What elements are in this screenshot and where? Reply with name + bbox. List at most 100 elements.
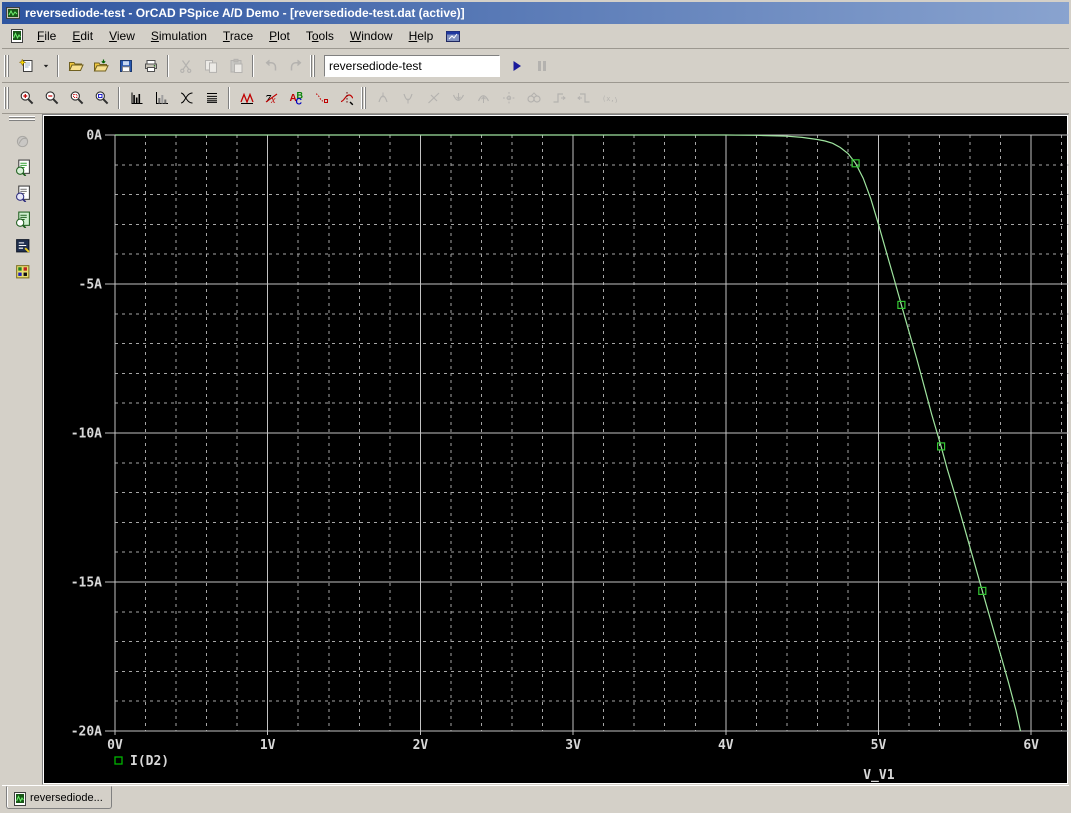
zoom-area-glyph: [70, 91, 83, 105]
console-window-glyph: [15, 239, 30, 253]
doc-wave-magnifier-glyph: [15, 159, 30, 176]
zoom-out-button[interactable]: [39, 86, 64, 110]
open-button[interactable]: [63, 54, 88, 78]
toolbar-grip[interactable]: [4, 54, 11, 77]
cursor-g6-glyph: [502, 92, 515, 104]
waveform-plot[interactable]: 0A -5A -10A -15A -20A 0V 1V 2V 3V 4V 5V 6V I(D2) V_V1: [44, 116, 1071, 787]
cursor-point-button: [496, 86, 521, 110]
undo-button: [258, 54, 283, 78]
mark-data-points-button[interactable]: [309, 86, 334, 110]
eval-goal-function-button[interactable]: 7x: [259, 86, 284, 110]
y-tick-label: -15A: [71, 576, 102, 591]
cut-button: [173, 54, 198, 78]
view-simulation-output-file-button[interactable]: [9, 155, 35, 180]
zoom-in-glyph: [20, 91, 33, 105]
new-dropdown-button[interactable]: [39, 54, 53, 78]
log-x-glyph: [180, 92, 193, 104]
cursor-search-button: [521, 86, 546, 110]
menu-tools[interactable]: Tools: [298, 26, 342, 46]
menu-window[interactable]: Window: [342, 26, 401, 46]
toolbar-grip[interactable]: [9, 116, 35, 123]
app-icon: [5, 5, 21, 21]
abc-label-glyph: A BC: [289, 91, 303, 107]
toggle-cursor-button[interactable]: [334, 86, 359, 110]
application-window: reversediode-test - OrCAD PSpice A/D Dem…: [0, 0, 1071, 813]
text-label-button[interactable]: ABC: [284, 86, 309, 110]
cursor-next-transition-button: [546, 86, 571, 110]
print-button[interactable]: [138, 54, 163, 78]
cursor-trough-button: [396, 86, 421, 110]
simulation-output-window-button[interactable]: [9, 233, 35, 258]
mark-label-button: (x,y): [596, 86, 621, 110]
view-simulation-results-button[interactable]: [9, 207, 35, 232]
queue-grid-glyph: [15, 265, 29, 279]
add-trace-button[interactable]: [234, 86, 259, 110]
zoom-area-button[interactable]: [64, 86, 89, 110]
folder-open-glyph: [68, 61, 84, 71]
performance-analysis-button[interactable]: [149, 86, 174, 110]
add-trace-glyph: [239, 92, 254, 104]
simulation-queue-button[interactable]: [9, 259, 35, 284]
toolbar-separator: [167, 54, 169, 77]
zoom-out-glyph: [45, 91, 58, 105]
save-button[interactable]: [113, 54, 138, 78]
window-title: reversediode-test - OrCAD PSpice A/D Dem…: [25, 6, 465, 20]
y-tick-label: -20A: [71, 725, 102, 740]
log-x-axis-button[interactable]: [174, 86, 199, 110]
pspice-document-icon[interactable]: [9, 28, 25, 44]
paste-button: [223, 54, 248, 78]
fft-button[interactable]: [124, 86, 149, 110]
scissors-glyph: [179, 59, 191, 73]
eval-goal-glyph: 7x: [265, 93, 277, 106]
x-tick-label: 0V: [107, 738, 123, 753]
menu-help[interactable]: Help: [401, 26, 442, 46]
zoom-in-button[interactable]: [14, 86, 39, 110]
menu-plot[interactable]: Plot: [261, 26, 298, 46]
mark-points-glyph: [315, 93, 328, 103]
undo-arrow-glyph: [265, 59, 276, 70]
toolbar-grip[interactable]: [361, 87, 368, 109]
pspice-document-icon: [12, 791, 26, 806]
new-simulation-button[interactable]: [14, 54, 39, 78]
legend-symbol: [114, 756, 123, 765]
log-y-glyph: [206, 93, 217, 103]
cursor-min-button: [446, 86, 471, 110]
menu-view[interactable]: View: [101, 26, 143, 46]
workspace: 0A -5A -10A -15A -20A 0V 1V 2V 3V 4V 5V 6V I(D2) V_V1: [2, 114, 1069, 785]
open-append-button[interactable]: [88, 54, 113, 78]
simulation-profile-input[interactable]: [324, 54, 500, 77]
schematic-window-icon-glyph: [446, 31, 461, 42]
schematic-window-icon[interactable]: [445, 28, 461, 44]
run-simulation-button[interactable]: [504, 54, 529, 78]
log-y-axis-button[interactable]: [199, 86, 224, 110]
cursor-g4-glyph: [452, 93, 464, 101]
pspice-document-icon-glyph: [11, 29, 23, 43]
cursor-g2-glyph: [402, 93, 413, 104]
menu-file[interactable]: File: [29, 26, 64, 46]
cursor-max-button: [471, 86, 496, 110]
y-tick-label: -10A: [71, 427, 102, 442]
zoom-fit-button[interactable]: [89, 86, 114, 110]
view-circuit-file-button[interactable]: [9, 181, 35, 206]
new-page-glyph: [18, 57, 32, 72]
plot-window-frame: 0A -5A -10A -15A -20A 0V 1V 2V 3V 4V 5V 6V I(D2) V_V1: [42, 114, 1069, 785]
printer-glyph: [144, 59, 157, 72]
menu-simulation[interactable]: Simulation: [143, 26, 215, 46]
plot-toolbar: 7x ABC (x,y): [2, 83, 1069, 114]
y-tick-label: -5A: [79, 278, 103, 293]
x-tick-label: 6V: [1023, 738, 1039, 753]
cursor-g5-glyph: [477, 95, 489, 103]
doc-green-magnifier-glyph: [15, 211, 30, 228]
copy-pages-glyph: [204, 59, 217, 73]
toolbar-grip[interactable]: [4, 87, 11, 109]
pause-simulation-button: [529, 54, 554, 78]
toolbar-separator: [228, 87, 230, 109]
menu-edit[interactable]: Edit: [64, 26, 101, 46]
toolbar-grip[interactable]: [310, 54, 317, 77]
pause-glyph: [537, 60, 546, 71]
cursor-g3-glyph: [427, 92, 439, 104]
folder-append-glyph: [93, 59, 109, 71]
menu-trace[interactable]: Trace: [215, 26, 261, 46]
pspice-document-icon-glyph: [14, 791, 26, 806]
document-tab[interactable]: reversediode...: [6, 786, 112, 809]
